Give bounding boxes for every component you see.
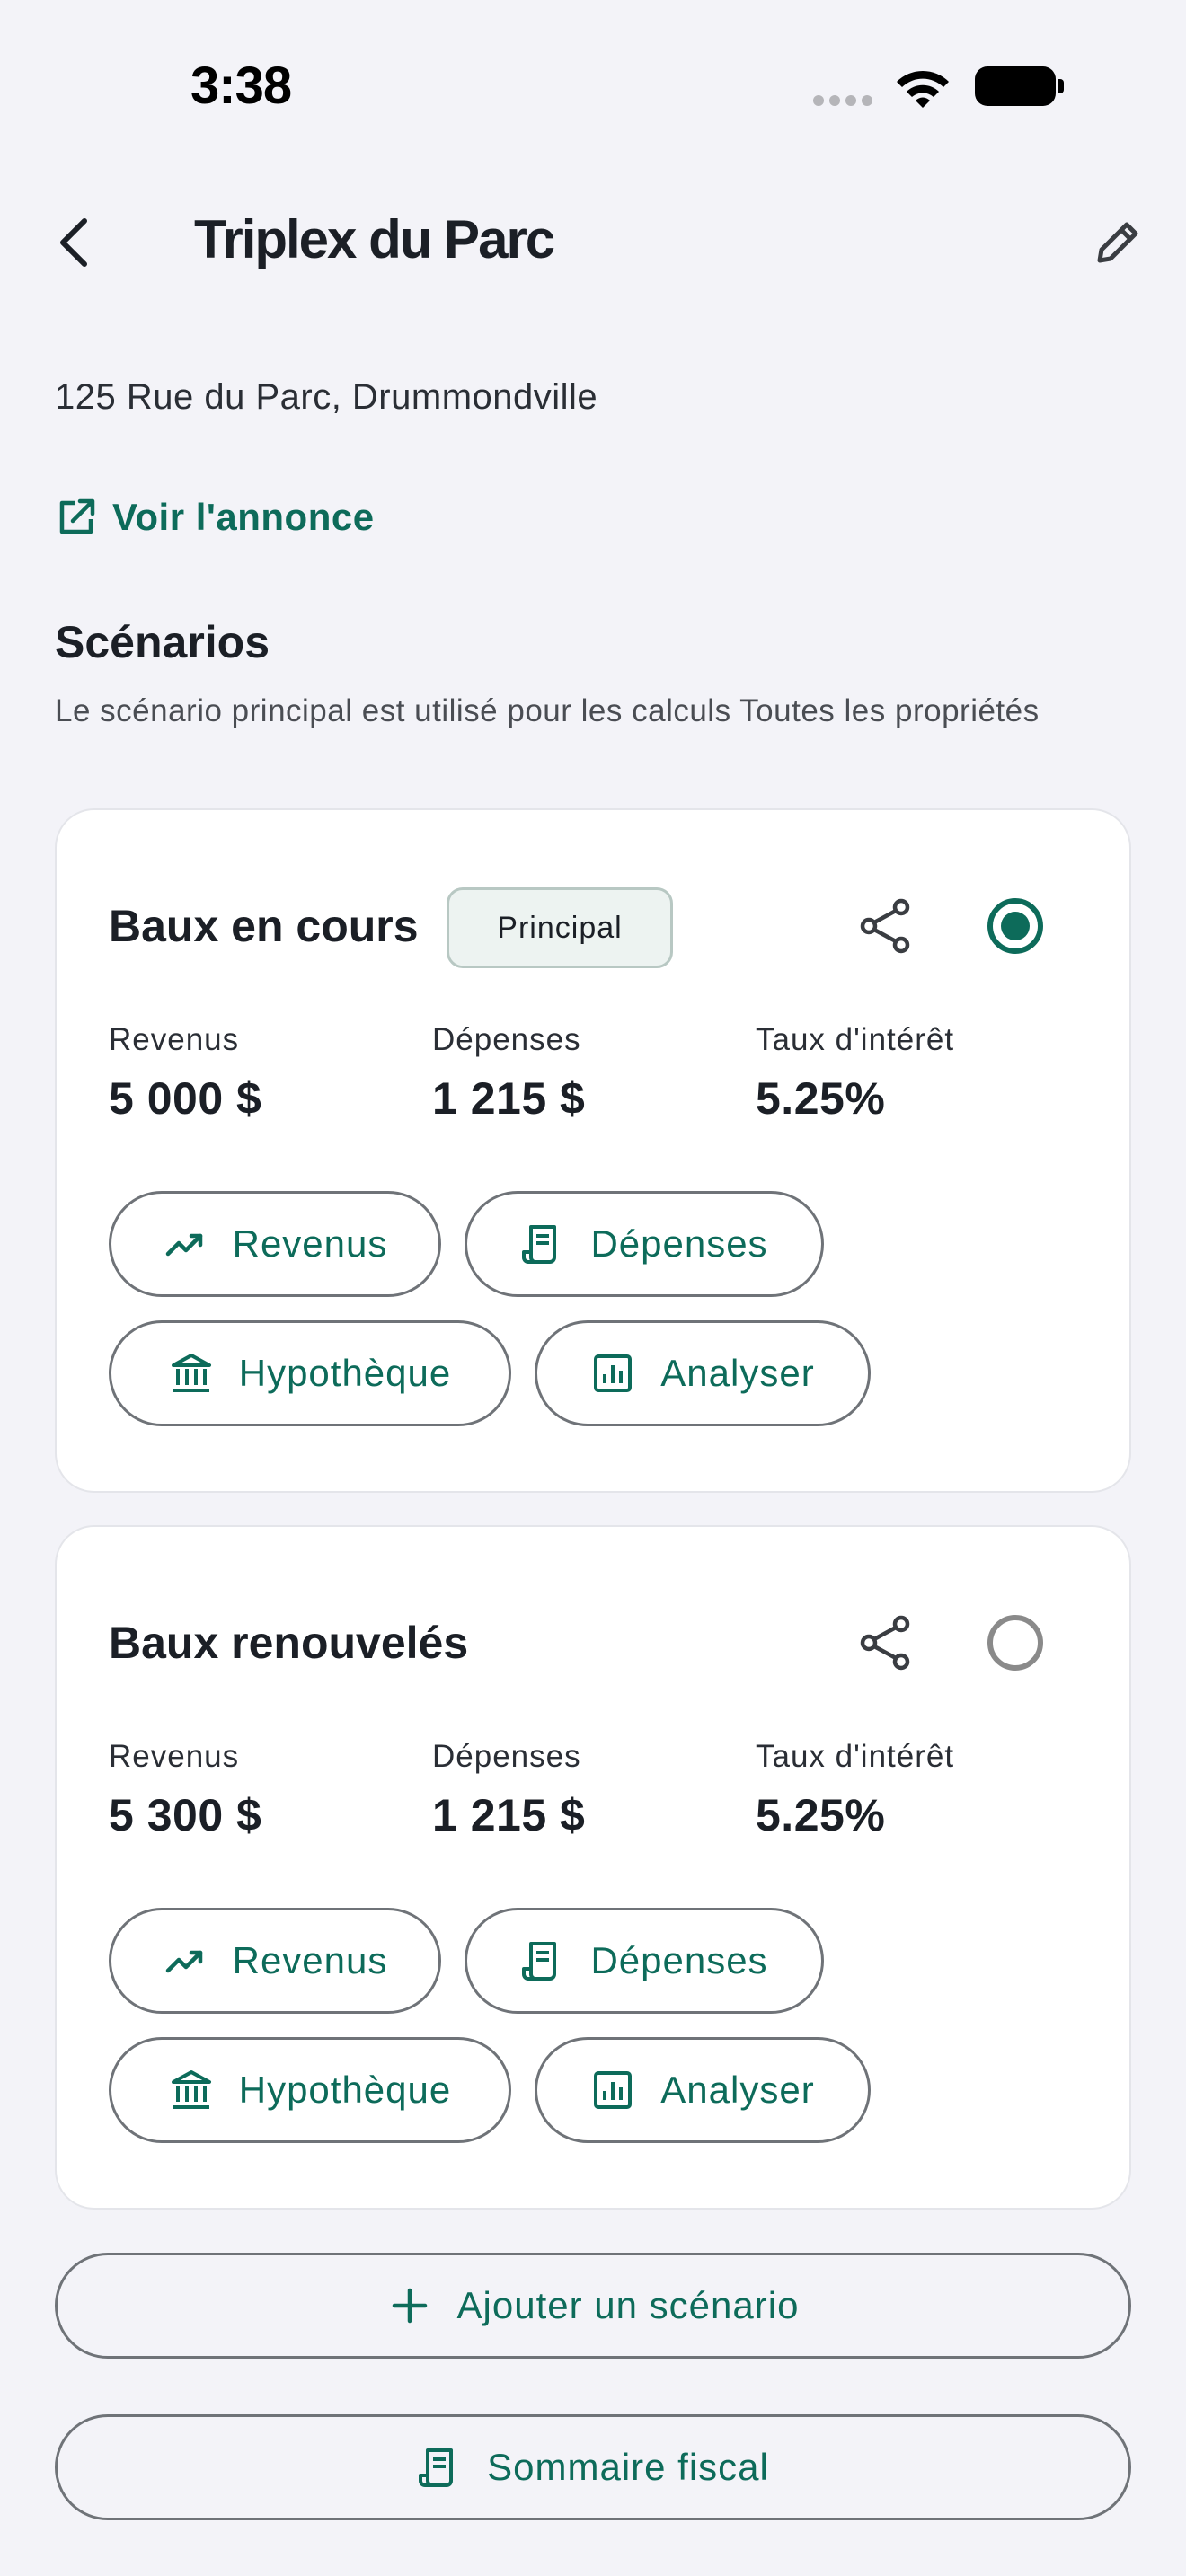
tax-summary-label: Sommaire fiscal	[487, 2446, 769, 2488]
trending-up-icon	[165, 1233, 202, 1257]
depenses-button[interactable]: Dépenses	[465, 1908, 824, 2014]
receipt-icon	[522, 1225, 557, 1264]
wifi-icon	[897, 70, 949, 108]
pencil-icon[interactable]	[1093, 216, 1145, 268]
stat-revenus: Revenus 5 000 $	[109, 1022, 261, 1125]
receipt-icon	[522, 1942, 557, 1981]
share-icon[interactable]	[856, 896, 916, 956]
page-title: Triplex du Parc	[194, 209, 555, 269]
section-description: Le scénario principal est utilisé pour l…	[55, 693, 1040, 728]
principal-badge: Principal	[447, 887, 673, 968]
principal-radio-selected[interactable]	[987, 898, 1043, 954]
stat-interest-rate: Taux d'intérêt 5.25%	[756, 1022, 954, 1125]
add-scenario-label: Ajouter un scénario	[456, 2284, 800, 2326]
revenus-label: Revenus	[232, 1939, 388, 1981]
external-link-icon	[59, 498, 95, 534]
stat-value: 1 215 $	[432, 1790, 586, 1840]
stat-label: Dépenses	[432, 1739, 581, 1774]
revenus-label: Revenus	[232, 1222, 388, 1265]
receipt-icon	[419, 2448, 454, 2487]
hypotheque-button[interactable]: Hypothèque	[109, 1320, 511, 1426]
tax-summary-button[interactable]: Sommaire fiscal	[55, 2414, 1131, 2520]
analyser-button[interactable]: Analyser	[535, 2037, 871, 2143]
depenses-label: Dépenses	[590, 1939, 768, 1981]
bank-icon	[171, 1354, 211, 1392]
share-icon[interactable]	[856, 1613, 916, 1672]
analyser-label: Analyser	[660, 1352, 815, 1394]
stat-label: Taux d'intérêt	[756, 1739, 955, 1774]
revenus-button[interactable]: Revenus	[109, 1191, 441, 1297]
plus-icon	[392, 2288, 427, 2324]
analyser-button[interactable]: Analyser	[535, 1320, 871, 1426]
scenario-card[interactable]: Baux renouvelés Revenus 5 300 $ Dépenses…	[55, 1525, 1131, 2210]
principal-radio-unselected[interactable]	[987, 1615, 1043, 1671]
signal-dots-icon	[813, 95, 872, 106]
stat-depenses: Dépenses 1 215 $	[432, 1022, 585, 1125]
status-time: 3:38	[190, 57, 292, 115]
stat-revenus: Revenus 5 300 $	[109, 1739, 261, 1841]
hypotheque-label: Hypothèque	[238, 2069, 452, 2111]
scenario-name: Baux renouvelés	[109, 1618, 469, 1668]
hypotheque-label: Hypothèque	[238, 1352, 452, 1394]
add-scenario-button[interactable]: Ajouter un scénario	[55, 2253, 1131, 2359]
stat-label: Dépenses	[432, 1022, 581, 1057]
stat-value: 5 000 $	[109, 1073, 262, 1124]
stat-value: 5.25%	[756, 1073, 886, 1124]
stat-value: 5.25%	[756, 1790, 886, 1840]
trending-up-icon	[165, 1950, 202, 1973]
view-listing-link[interactable]: Voir l'annonce	[55, 492, 375, 543]
scenario-card[interactable]: Baux en cours Principal Revenus 5 000 $ …	[55, 808, 1131, 1493]
view-listing-label: Voir l'annonce	[112, 496, 375, 538]
scenario-name: Baux en cours	[109, 901, 419, 951]
revenus-button[interactable]: Revenus	[109, 1908, 441, 2014]
stat-value: 1 215 $	[432, 1073, 586, 1124]
bank-icon	[171, 2070, 211, 2109]
battery-icon	[975, 66, 1064, 106]
analyser-label: Analyser	[660, 2069, 815, 2111]
depenses-button[interactable]: Dépenses	[465, 1191, 824, 1297]
stat-interest-rate: Taux d'intérêt 5.25%	[756, 1739, 954, 1841]
back-chevron-icon[interactable]	[52, 216, 97, 269]
status-bar: 3:38	[0, 0, 1186, 171]
hypotheque-button[interactable]: Hypothèque	[109, 2037, 511, 2143]
depenses-label: Dépenses	[590, 1222, 768, 1265]
section-title: Scénarios	[55, 617, 270, 667]
stat-label: Revenus	[109, 1022, 240, 1057]
bar-chart-icon	[594, 1354, 633, 1392]
stat-value: 5 300 $	[109, 1790, 262, 1840]
stat-label: Revenus	[109, 1739, 240, 1774]
stat-label: Taux d'intérêt	[756, 1022, 955, 1057]
property-address: 125 Rue du Parc, Drummondville	[55, 377, 598, 417]
bar-chart-icon	[594, 2071, 633, 2109]
stat-depenses: Dépenses 1 215 $	[432, 1739, 585, 1841]
